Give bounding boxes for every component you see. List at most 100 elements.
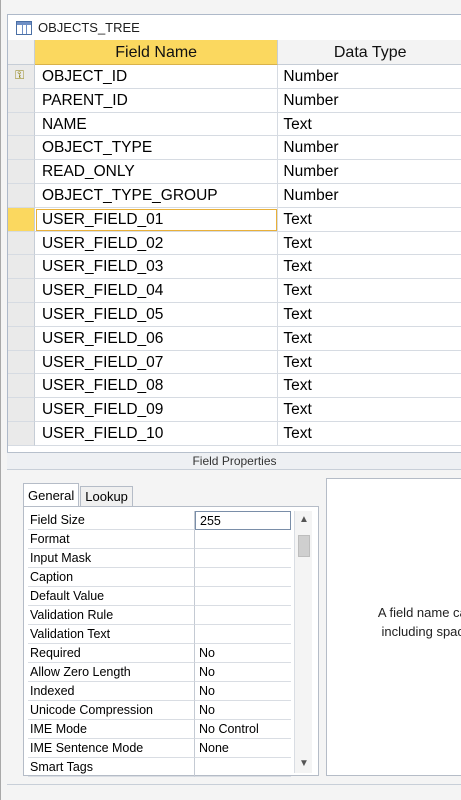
field-name-cell[interactable]: OBJECT_TYPE_GROUP	[34, 183, 279, 208]
field-name-cell[interactable]: USER_FIELD_06	[34, 326, 279, 351]
property-value[interactable]: None	[195, 739, 291, 758]
column-header-field-name[interactable]: Field Name	[34, 40, 279, 65]
tab-lookup[interactable]: Lookup	[80, 486, 133, 506]
row-selector[interactable]	[8, 160, 35, 184]
select-all-corner[interactable]	[8, 40, 35, 65]
table-row[interactable]: USER_FIELD_05 Text	[8, 302, 461, 327]
table-row[interactable]: OBJECT_TYPE_GROUP Number	[8, 183, 461, 208]
row-selector[interactable]	[8, 207, 35, 232]
property-row[interactable]: Validation Rule	[28, 606, 291, 625]
data-type-cell[interactable]: Text	[278, 374, 461, 399]
property-row[interactable]: Required No	[28, 644, 291, 663]
row-selector[interactable]	[8, 88, 35, 113]
field-name-cell[interactable]: USER_FIELD_02	[34, 231, 279, 256]
table-row[interactable]: USER_FIELD_04 Text	[8, 279, 461, 303]
field-name-cell[interactable]: USER_FIELD_08	[34, 374, 279, 399]
row-selector[interactable]	[8, 398, 35, 422]
table-row[interactable]: USER_FIELD_10 Text	[8, 421, 461, 446]
field-name-cell[interactable]: USER_FIELD_05	[34, 302, 279, 327]
table-row[interactable]: READ_ONLY Number	[8, 160, 461, 184]
row-selector[interactable]	[8, 350, 35, 375]
field-name-cell[interactable]: USER_FIELD_09	[34, 398, 279, 422]
data-type-cell[interactable]: Text	[278, 398, 461, 422]
data-type-cell[interactable]: Text	[278, 279, 461, 303]
property-row[interactable]: Input Mask	[28, 549, 291, 568]
property-row[interactable]: Indexed No	[28, 682, 291, 701]
table-row[interactable]: USER_FIELD_01 Text	[8, 207, 461, 232]
column-header-data-type[interactable]: Data Type	[278, 40, 461, 65]
table-row[interactable]: USER_FIELD_09 Text	[8, 398, 461, 422]
row-selector[interactable]	[8, 302, 35, 327]
property-row[interactable]: Allow Zero Length No	[28, 663, 291, 682]
document-tab[interactable]: OBJECTS_TREE	[7, 14, 461, 40]
properties-scrollbar[interactable]: ▲ ▼	[294, 511, 312, 773]
row-selector[interactable]: ⚿	[8, 65, 35, 89]
table-row[interactable]: ⚿ OBJECT_ID Number	[8, 65, 461, 89]
scroll-down-icon[interactable]: ▼	[295, 755, 313, 773]
field-name-cell[interactable]: USER_FIELD_10	[34, 421, 279, 446]
property-value[interactable]	[195, 606, 291, 625]
table-row[interactable]: USER_FIELD_08 Text	[8, 374, 461, 399]
table-row[interactable]: USER_FIELD_07 Text	[8, 350, 461, 375]
data-type-cell[interactable]: Text	[278, 232, 461, 256]
property-value[interactable]	[195, 625, 291, 644]
tab-general[interactable]: General	[23, 483, 80, 507]
row-selector[interactable]	[8, 255, 35, 280]
data-type-cell[interactable]: Number	[278, 89, 461, 113]
property-value[interactable]: 255	[195, 511, 291, 530]
field-name-cell[interactable]: OBJECT_ID	[34, 65, 279, 89]
row-selector[interactable]	[8, 374, 35, 399]
row-selector[interactable]	[8, 421, 35, 446]
property-value[interactable]	[195, 549, 291, 568]
table-row[interactable]: PARENT_ID Number	[8, 88, 461, 113]
row-selector[interactable]	[8, 183, 35, 208]
field-name-cell[interactable]: USER_FIELD_01	[34, 207, 279, 232]
property-row[interactable]: Validation Text	[28, 625, 291, 644]
data-type-cell[interactable]: Text	[278, 113, 461, 137]
property-row[interactable]: Format	[28, 530, 291, 549]
row-selector[interactable]	[8, 112, 35, 137]
property-value[interactable]: No	[195, 701, 291, 720]
property-row[interactable]: Default Value	[28, 587, 291, 606]
property-row[interactable]: Unicode Compression No	[28, 701, 291, 720]
row-selector[interactable]	[8, 231, 35, 256]
scroll-up-icon[interactable]: ▲	[295, 511, 313, 529]
field-name-cell[interactable]: NAME	[34, 112, 279, 137]
table-row[interactable]: USER_FIELD_06 Text	[8, 326, 461, 351]
data-type-cell[interactable]: Text	[278, 351, 461, 375]
data-type-cell[interactable]: Text	[278, 327, 461, 351]
data-type-cell[interactable]: Number	[278, 184, 461, 208]
property-value[interactable]: No	[195, 682, 291, 701]
property-value[interactable]	[195, 568, 291, 587]
property-row[interactable]: IME Mode No Control	[28, 720, 291, 739]
row-selector[interactable]	[8, 326, 35, 351]
table-row[interactable]: USER_FIELD_03 Text	[8, 255, 461, 280]
field-name-cell[interactable]: USER_FIELD_07	[34, 350, 279, 375]
property-value[interactable]: No Control	[195, 720, 291, 739]
scroll-thumb[interactable]	[298, 535, 310, 557]
property-row[interactable]: Caption	[28, 568, 291, 587]
data-type-cell[interactable]: Text	[278, 303, 461, 327]
field-name-cell[interactable]: USER_FIELD_03	[34, 255, 279, 280]
property-row[interactable]: Smart Tags	[28, 758, 291, 777]
property-row[interactable]: Field Size 255	[28, 511, 291, 530]
data-type-cell[interactable]: Number	[278, 136, 461, 161]
property-value[interactable]	[195, 530, 291, 549]
property-value[interactable]	[195, 587, 291, 606]
property-value[interactable]: No	[195, 644, 291, 663]
field-name-cell[interactable]: PARENT_ID	[34, 88, 279, 113]
row-selector[interactable]	[8, 279, 35, 303]
table-row[interactable]: NAME Text	[8, 112, 461, 137]
property-row[interactable]: IME Sentence Mode None	[28, 739, 291, 758]
property-value[interactable]	[195, 758, 291, 777]
data-type-cell[interactable]: Number	[278, 160, 461, 184]
field-name-cell[interactable]: OBJECT_TYPE	[34, 136, 279, 161]
field-name-cell[interactable]: USER_FIELD_04	[34, 279, 279, 303]
property-value[interactable]: No	[195, 663, 291, 682]
table-row[interactable]: OBJECT_TYPE Number	[8, 136, 461, 161]
table-row[interactable]: USER_FIELD_02 Text	[8, 231, 461, 256]
row-selector[interactable]	[8, 136, 35, 161]
data-type-cell[interactable]: Text	[278, 208, 461, 232]
data-type-cell[interactable]: Text	[278, 255, 461, 280]
data-type-cell[interactable]: Text	[278, 422, 461, 446]
